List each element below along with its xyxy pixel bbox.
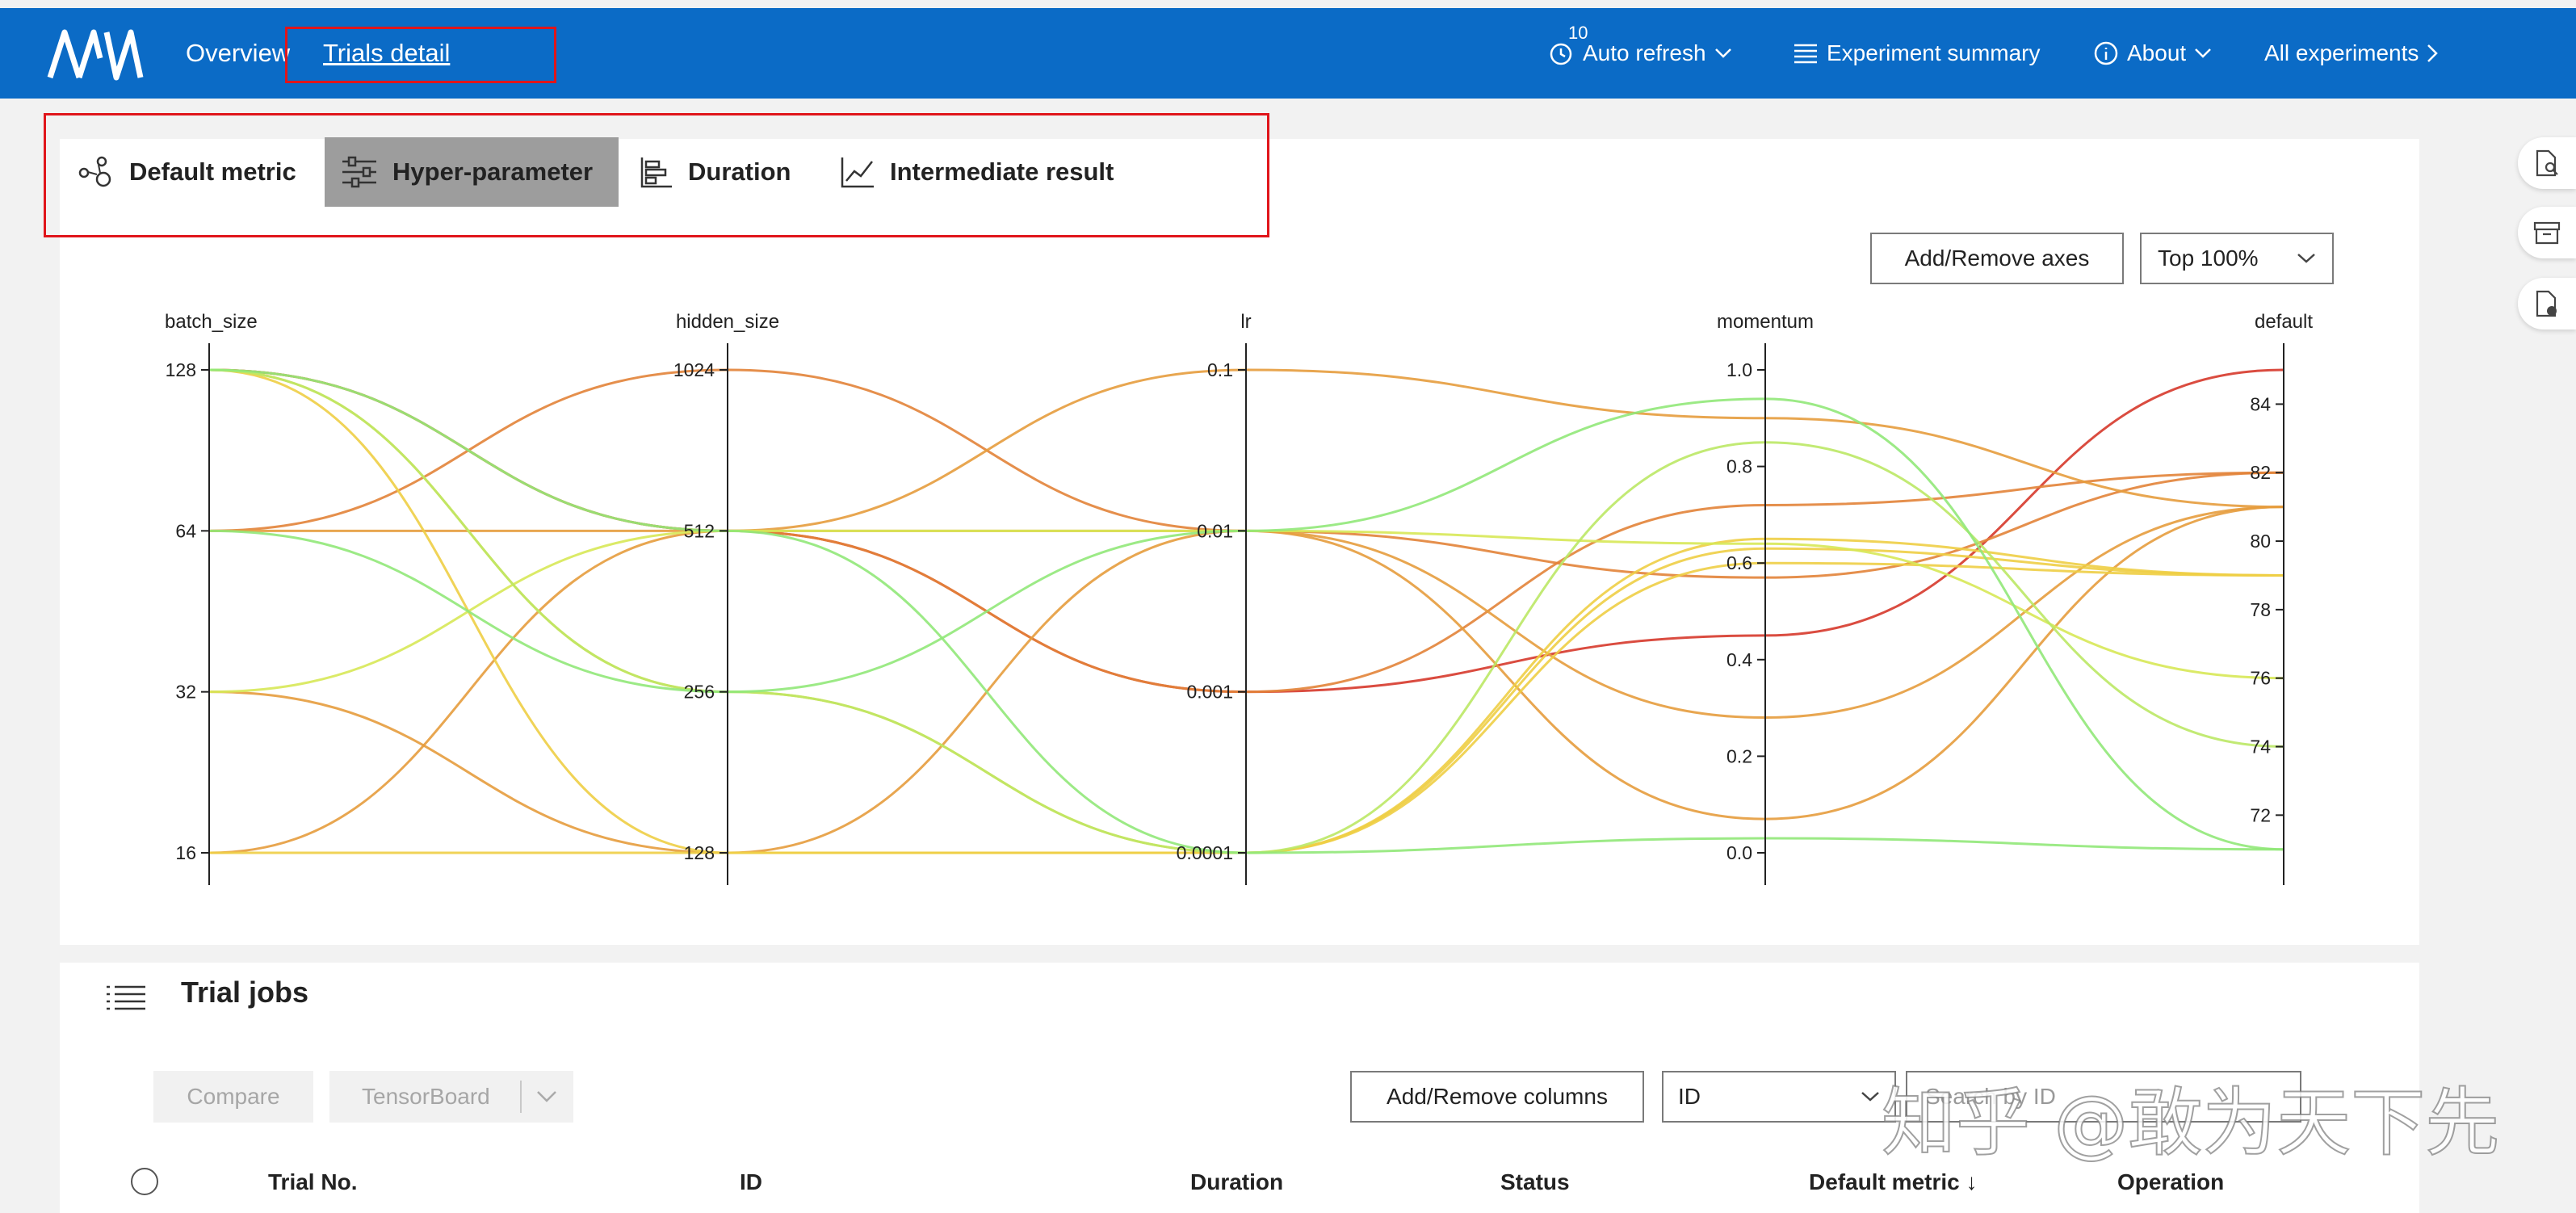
parallel-coordinates-chart: batch_size 16 32 64 128 hidden_size 128 256 512 1… xyxy=(165,311,2313,885)
axis-tick-label: 0.6 xyxy=(1726,552,1752,573)
document-status-icon[interactable] xyxy=(2518,278,2576,329)
axis-tick-label: 82 xyxy=(2250,462,2271,483)
column-header-duration[interactable]: Duration xyxy=(1190,1169,1283,1195)
axis-tick-label: 78 xyxy=(2250,599,2271,620)
axis-title[interactable]: hidden_size xyxy=(676,311,779,333)
axis-tick-label: 1.0 xyxy=(1726,359,1752,380)
axis-tick-label: 128 xyxy=(166,359,196,380)
axis-tick-label: 0.001 xyxy=(1186,682,1233,703)
axis-tick-label: 0.01 xyxy=(1197,520,1233,541)
axis-tick-label: 76 xyxy=(2250,668,2271,689)
axis-tick-label: 0.8 xyxy=(1726,456,1752,477)
trial-jobs-title: Trial jobs xyxy=(181,976,309,1009)
compare-button[interactable]: Compare xyxy=(153,1071,313,1123)
tensorboard-split-divider xyxy=(520,1081,522,1113)
axis-tick-label: 1024 xyxy=(673,359,715,380)
axis-tick-label: 0.4 xyxy=(1726,649,1752,670)
chevron-down-icon xyxy=(1861,1092,1879,1102)
axis-tick-label: 84 xyxy=(2250,393,2271,414)
axis-tick-label: 256 xyxy=(684,682,715,703)
axis-tick-label: 72 xyxy=(2250,804,2271,825)
document-search-icon[interactable] xyxy=(2518,137,2576,189)
axis-title[interactable]: batch_size xyxy=(165,311,258,333)
watermark: 知乎 @敢为天下先 xyxy=(1881,1079,2500,1167)
axis-tick-label: 0.1 xyxy=(1207,359,1233,380)
column-header-default-metric[interactable]: Default metric ↓ xyxy=(1809,1169,1978,1195)
axis-tick-label: 80 xyxy=(2250,531,2271,552)
axis-tick-label: 128 xyxy=(684,842,715,863)
column-header-trial-no[interactable]: Trial No. xyxy=(268,1169,357,1195)
add-remove-columns-button[interactable]: Add/Remove columns xyxy=(1350,1071,1644,1123)
tensorboard-label: TensorBoard xyxy=(362,1084,490,1109)
search-field-value: ID xyxy=(1678,1084,1701,1109)
axis-tick-label: 0.0 xyxy=(1726,842,1752,863)
archive-icon[interactable] xyxy=(2518,207,2576,258)
axis-title[interactable]: momentum xyxy=(1717,311,1814,333)
axis-tick-label: 0.0001 xyxy=(1177,842,1233,863)
axis-tick-label: 512 xyxy=(684,520,715,541)
axis-tick-label: 74 xyxy=(2250,737,2271,758)
list-icon xyxy=(107,985,145,1010)
chevron-down-icon[interactable] xyxy=(536,1090,557,1103)
search-field-select[interactable]: ID xyxy=(1662,1071,1896,1123)
axis-tick-label: 16 xyxy=(175,842,196,863)
column-header-status[interactable]: Status xyxy=(1500,1169,1570,1195)
column-header-id[interactable]: ID xyxy=(740,1169,762,1195)
axis-title[interactable]: default xyxy=(2255,311,2313,333)
axis-tick-label: 0.2 xyxy=(1726,745,1752,766)
axis-tick-label: 64 xyxy=(175,520,196,541)
axis-title[interactable]: lr xyxy=(1240,311,1251,333)
select-all-radio[interactable] xyxy=(131,1168,158,1195)
axis-tick-label: 32 xyxy=(175,682,196,703)
column-header-operation[interactable]: Operation xyxy=(2117,1169,2224,1195)
